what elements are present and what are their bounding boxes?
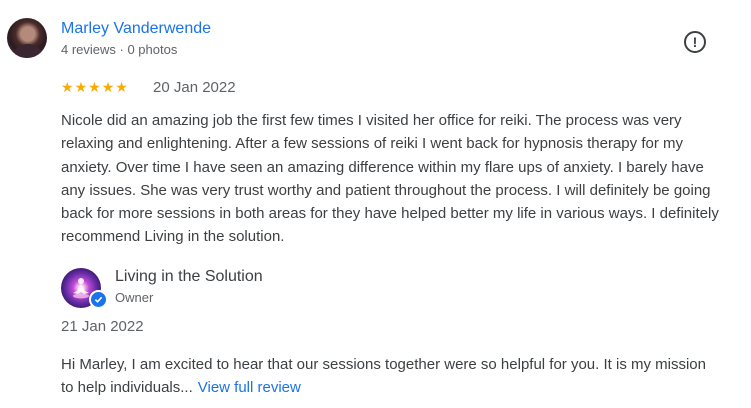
- star-icon: ★: [74, 79, 88, 95]
- owner-name: Living in the Solution: [115, 268, 263, 285]
- reviewer-meta: 4 reviews · 0 photos: [61, 42, 178, 57]
- reviewer-name[interactable]: Marley Vanderwende: [61, 20, 211, 38]
- report-review-button[interactable]: !: [684, 31, 706, 53]
- verified-badge-icon: [89, 290, 108, 309]
- view-full-review-link[interactable]: View full review: [198, 379, 301, 396]
- owner-role: Owner: [115, 290, 154, 305]
- star-icon: ★: [88, 79, 101, 95]
- reply-date: 21 Jan 2022: [61, 318, 144, 335]
- star-icon: ★: [115, 79, 128, 95]
- meditation-figure-icon: [73, 278, 89, 299]
- star-rating: ★ ★ ★ ★ ★: [61, 79, 128, 95]
- reviewer-avatar[interactable]: [7, 18, 47, 58]
- star-icon: ★: [101, 79, 115, 95]
- exclamation-icon: !: [692, 34, 698, 50]
- reply-text: Hi Marley, I am excited to hear that our…: [61, 353, 721, 400]
- star-icon: ★: [61, 79, 74, 95]
- review-date: 20 Jan 2022: [153, 79, 236, 96]
- reply-body: Hi Marley, I am excited to hear that our…: [61, 356, 706, 397]
- review-text: Nicole did an amazing job the first few …: [61, 112, 719, 246]
